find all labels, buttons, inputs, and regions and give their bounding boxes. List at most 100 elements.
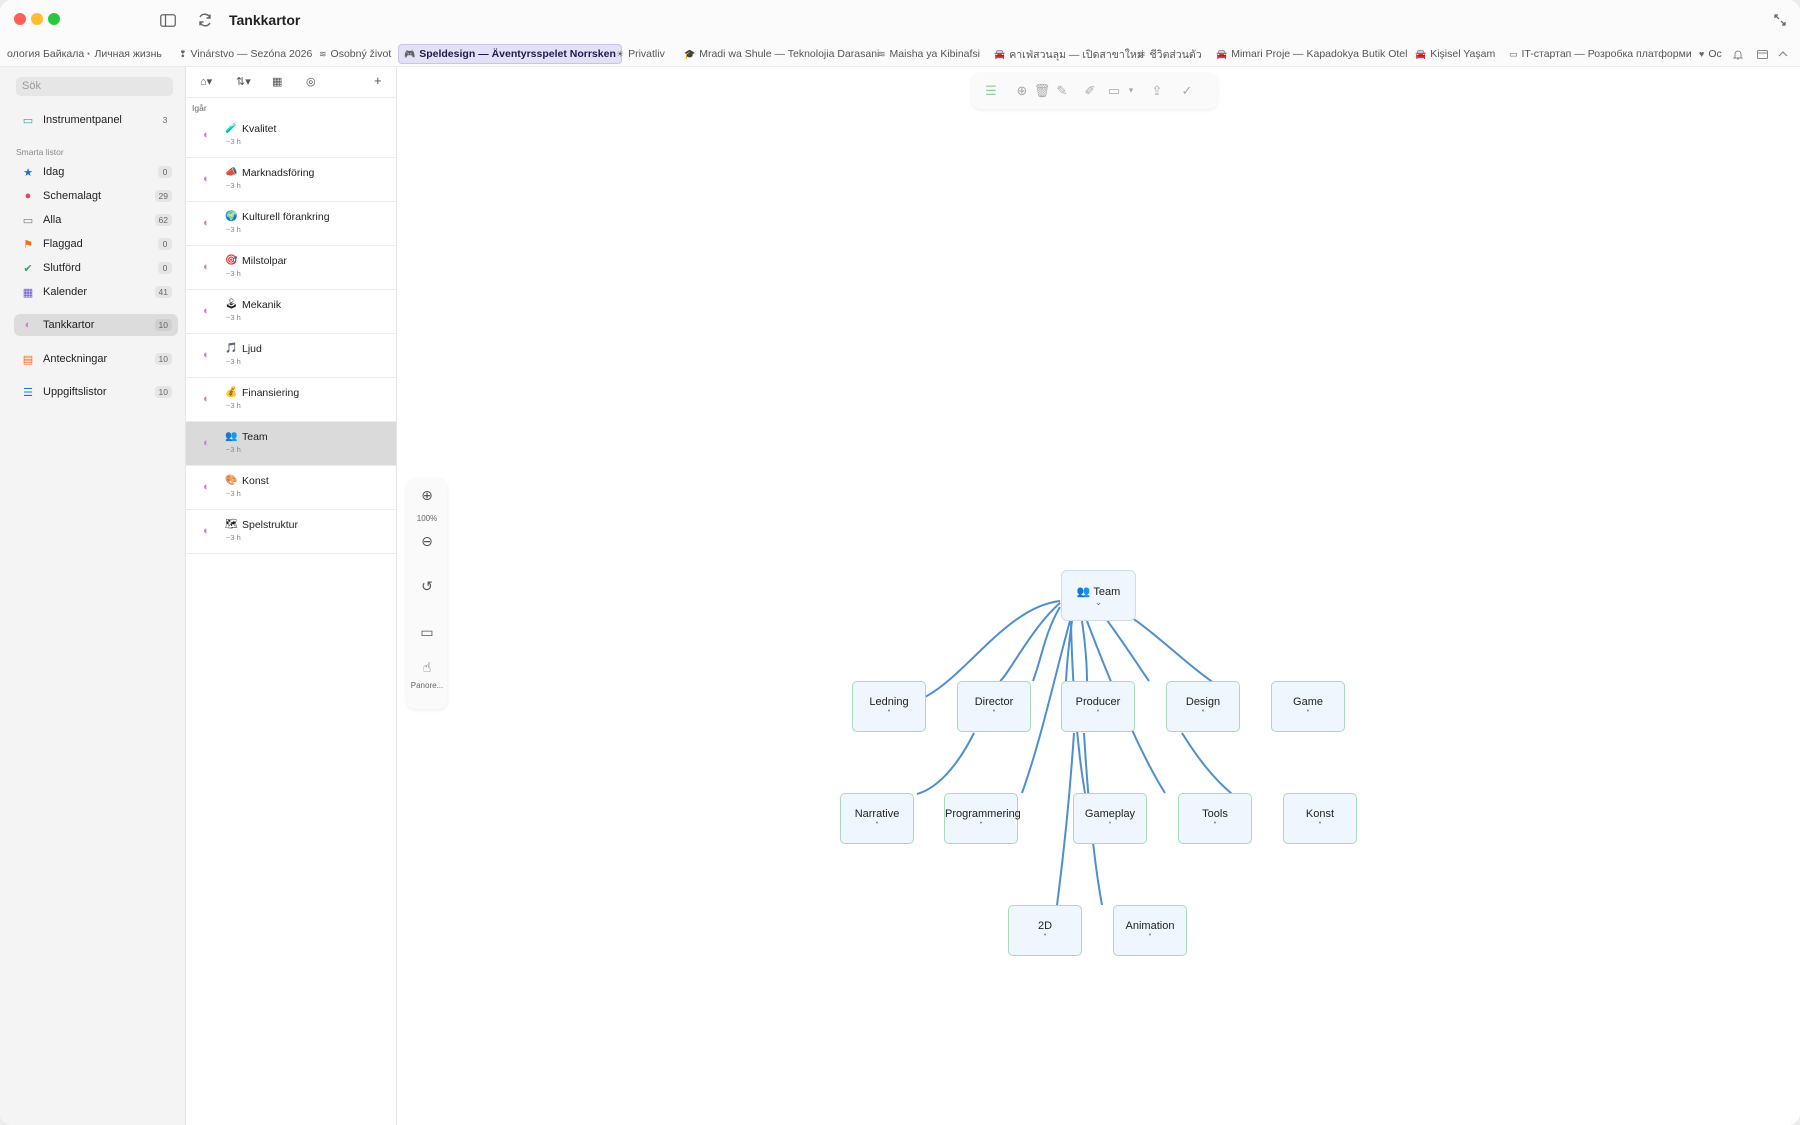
mindmap-node[interactable]: Animation • xyxy=(1113,905,1187,956)
sidebar-item-notes[interactable]: ▤ Anteckningar 10 xyxy=(14,348,178,370)
item-title: Kvalitet xyxy=(242,123,277,135)
mindmap-node[interactable]: Director • xyxy=(957,681,1031,732)
mindmap-node[interactable]: Ledning • xyxy=(852,681,926,732)
check-icon[interactable]: ✓ xyxy=(1178,83,1196,99)
node-dot: • xyxy=(1096,708,1100,715)
close-window-button[interactable] xyxy=(14,13,26,25)
tab-item[interactable]: ♥ Oc xyxy=(1694,44,1727,64)
item-time: ~3 h xyxy=(226,181,241,190)
item-emoji-icon: 💰 xyxy=(225,387,238,398)
bell-icon[interactable] xyxy=(1730,46,1746,62)
sidebar-item-today[interactable]: ★ Idag 0 xyxy=(14,161,178,183)
canvas-toolbar: ☰ ⊕ 🗑 ✎ ✐ ▭ ▾ ⇪ ✓ xyxy=(972,73,1217,109)
layout-icon[interactable]: ▭ xyxy=(1105,83,1123,99)
layout-icon[interactable]: ▭ xyxy=(407,624,447,641)
list-item[interactable]: ◐ 🎨 Konst ~3 h xyxy=(186,466,396,510)
share-icon[interactable]: ⇪ xyxy=(1148,83,1166,99)
tab-item[interactable]: 🚘 Mimari Proje — Kapadokya Butik Otel xyxy=(1211,44,1412,64)
brain-icon: ◐ xyxy=(203,481,210,493)
chevron-up-icon[interactable] xyxy=(1775,46,1791,62)
list-item[interactable]: ◐ 🗺 Spelstruktur ~3 h xyxy=(186,510,396,554)
sidebar-item-mindmaps[interactable]: ◐ Tankkartor 10 xyxy=(14,314,178,336)
fullscreen-icon[interactable] xyxy=(1769,9,1791,31)
node-dot: • xyxy=(1306,708,1310,715)
sidebar-item-calendar[interactable]: ▦ Kalender 41 xyxy=(14,281,178,303)
mindmap-node[interactable]: 2D • xyxy=(1008,905,1082,956)
sidebar-item-label: Tankkartor xyxy=(43,319,95,331)
zoom-out-icon[interactable]: ⊖ xyxy=(407,533,447,550)
list-item[interactable]: ◐ 👥 Team ~3 h xyxy=(186,422,396,466)
tab-item[interactable]: 🚘 Kişisel Yaşam xyxy=(1410,44,1500,64)
tab-item[interactable]: ология Байкала xyxy=(0,44,89,64)
sidebar-toggle-icon[interactable] xyxy=(157,9,179,31)
outline-icon[interactable]: ☰ xyxy=(982,83,1000,99)
tab-item[interactable]: 🎓 Mradi wa Shule — Teknolojia Darasani xyxy=(679,44,884,64)
mindmap-node[interactable]: Gameplay • xyxy=(1073,793,1147,844)
sidebar-item-label: Slutförd xyxy=(43,262,81,274)
pan-hand-icon[interactable]: ☝ xyxy=(407,659,447,676)
reset-icon[interactable]: ↺ xyxy=(407,578,447,595)
sidebar-item-flagged[interactable]: ⚑ Flaggad 0 xyxy=(14,233,178,255)
mindmap-node[interactable]: Konst • xyxy=(1283,793,1357,844)
zoom-level: 100% xyxy=(416,514,438,523)
mindmap-node[interactable]: Narrative • xyxy=(840,793,914,844)
tab-overview-icon[interactable] xyxy=(1754,46,1770,62)
sidebar-item-scheduled[interactable]: ● Schemalagt 29 xyxy=(14,185,178,207)
maximize-window-button[interactable] xyxy=(48,13,60,25)
node-label: Gameplay xyxy=(1084,808,1136,820)
tab-item[interactable]: ☀ Privatliv xyxy=(611,44,670,64)
tab-item-active[interactable]: 🎮 Speldesign — Äventyrsspelet Norrsken xyxy=(398,44,622,64)
add-icon[interactable]: + xyxy=(374,73,382,88)
mindmap-node[interactable]: Tools • xyxy=(1178,793,1252,844)
list-item[interactable]: ◐ 📣 Marknadsföring ~3 h xyxy=(186,158,396,202)
filter-icon[interactable]: ⌂▾ xyxy=(200,75,212,88)
tab-item[interactable]: 🚘 คาเฟ่สวนลุม — เปิดสาขาใหม่ xyxy=(989,44,1149,64)
list-item[interactable]: ◐ 💰 Finansiering ~3 h xyxy=(186,378,396,422)
pencil-icon[interactable]: ✎ xyxy=(1053,83,1071,99)
view-mode-icon[interactable]: ▦ xyxy=(272,75,282,88)
sidebar-item-tasklists[interactable]: ☰ Uppgiftslistor 10 xyxy=(14,381,178,403)
sidebar-item-dashboard[interactable]: ▭ Instrumentpanel 3 xyxy=(14,109,178,131)
trash-icon[interactable]: 🗑 xyxy=(1033,83,1051,99)
list-item[interactable]: ◐ 🎵 Ljud ~3 h xyxy=(186,334,396,378)
check-circle-icon[interactable]: ◎ xyxy=(306,75,316,88)
tab-label: Privatliv xyxy=(628,48,665,60)
tab-item[interactable]: ◔ Личная жизнь xyxy=(80,44,167,64)
style-icon[interactable]: ✐ xyxy=(1081,83,1099,99)
list-item[interactable]: ◐ 🕹 Mekanik ~3 h xyxy=(186,290,396,334)
tab-label: Speldesign — Äventyrsspelet Norrsken xyxy=(419,48,616,60)
tab-item[interactable]: ❢ Vinárstvo — Sezóna 2026 xyxy=(174,44,317,64)
chevron-down-icon[interactable]: ⌄ xyxy=(1062,598,1135,607)
sort-icon[interactable]: ⇅▾ xyxy=(236,75,251,88)
zoom-in-icon[interactable]: ⊕ xyxy=(407,487,447,504)
edge-2d xyxy=(1056,732,1075,906)
tab-item[interactable]: ≋ ชีวิตส่วนตัว xyxy=(1133,44,1207,64)
sidebar-item-label: Idag xyxy=(43,166,65,178)
list-item[interactable]: ◐ 🎯 Milstolpar ~3 h xyxy=(186,246,396,290)
sidebar-item-completed[interactable]: ✔ Slutförd 0 xyxy=(14,257,178,279)
mindmap-node[interactable]: Producer • xyxy=(1061,681,1135,732)
count-badge: 0 xyxy=(158,166,172,178)
tab-item[interactable]: ≋ Maisha ya Kibinafsi xyxy=(873,44,985,64)
search-input[interactable]: Sök xyxy=(16,77,173,96)
item-emoji-icon: 🕹 xyxy=(225,299,238,310)
list-item[interactable]: ◐ 🌍 Kulturell förankring ~3 h xyxy=(186,202,396,246)
tab-label: Mradi wa Shule — Teknolojia Darasani xyxy=(699,48,880,60)
mindmap-node[interactable]: Game • xyxy=(1271,681,1345,732)
sidebar-item-all[interactable]: ▭ Alla 62 xyxy=(14,209,178,231)
tab-label: Maisha ya Kibinafsi xyxy=(889,48,981,60)
flag-icon: ⚑ xyxy=(23,238,33,251)
mindmap-node[interactable]: Programmering • xyxy=(944,793,1021,844)
sync-icon[interactable] xyxy=(194,9,216,31)
tab-label: Личная жизнь xyxy=(94,48,162,60)
minimize-window-button[interactable] xyxy=(31,13,43,25)
tab-item[interactable]: ≋ Osobný život xyxy=(314,44,396,64)
count-badge: 29 xyxy=(154,190,172,202)
chevron-down-icon[interactable]: ▾ xyxy=(1122,85,1140,96)
mindmap-node[interactable]: Design • xyxy=(1166,681,1240,732)
mindmap-root-node[interactable]: 👥 Team ⌄ xyxy=(1061,570,1136,621)
add-node-icon[interactable]: ⊕ xyxy=(1013,83,1031,99)
mindmap-canvas[interactable]: ☰ ⊕ 🗑 ✎ ✐ ▭ ▾ ⇪ ✓ ⊕ 100% ⊖ ↺ ▭ ☝ Panore.… xyxy=(397,67,1800,1125)
tab-item[interactable]: ▭ IT-стартап — Розробка платформи xyxy=(1504,44,1697,64)
list-item[interactable]: ◐ 🧪 Kvalitet ~3 h xyxy=(186,114,396,158)
